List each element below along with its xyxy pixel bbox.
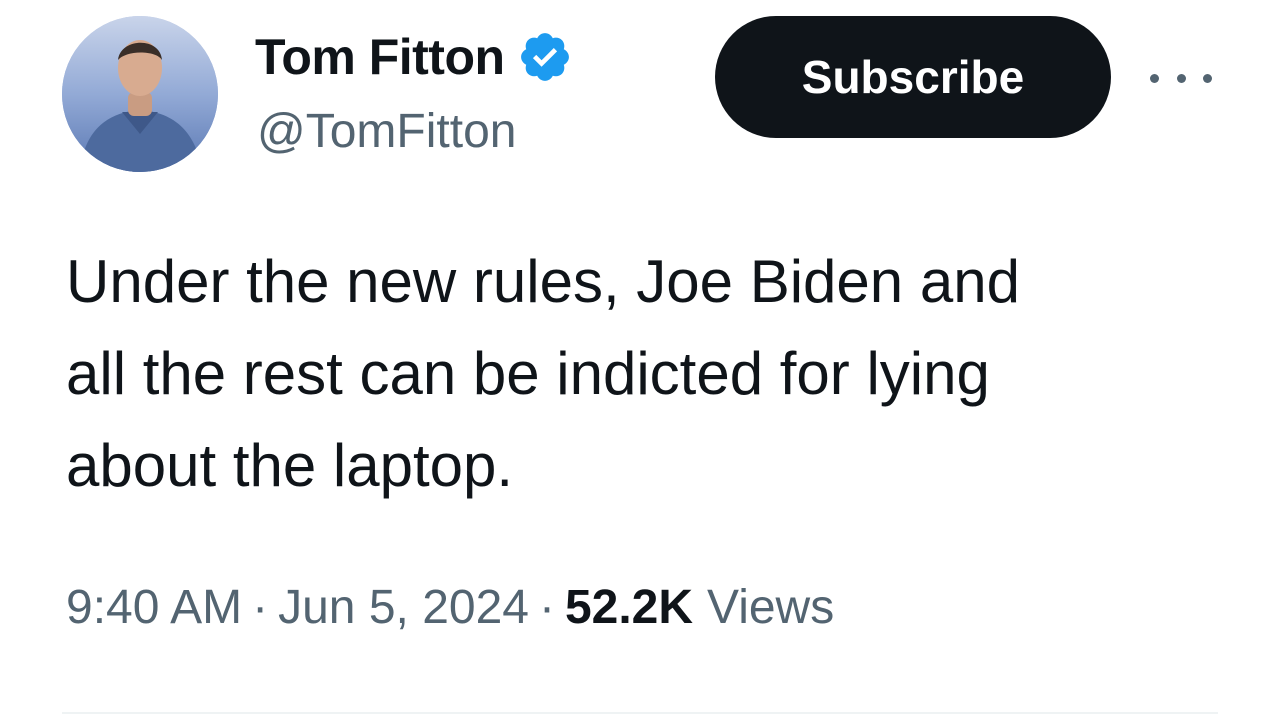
meta-separator: · [252, 581, 269, 634]
tweet-text-line: Under the new rules, Joe Biden and [66, 248, 1020, 315]
views-label: Views [707, 581, 835, 634]
ellipsis-dot [1176, 73, 1186, 83]
author-display-name[interactable]: Tom Fitton [255, 28, 505, 86]
tweet-text-line: all the rest can be indicted for lying [66, 340, 990, 407]
divider [62, 712, 1218, 714]
ellipsis-dot [1150, 73, 1159, 83]
tweet-meta: 9:40 AM · Jun 5, 2024 · 52.2K Views [66, 580, 834, 635]
ellipsis-dot [1203, 73, 1212, 83]
subscribe-button[interactable]: Subscribe [715, 16, 1111, 138]
tweet-card: Tom Fitton @TomFitton Subscribe Under th… [0, 0, 1280, 720]
author-name-row: Tom Fitton [255, 26, 573, 88]
profile-photo-icon [62, 16, 218, 172]
author-handle[interactable]: @TomFitton [257, 104, 516, 159]
views-count: 52.2K [564, 581, 694, 634]
avatar[interactable] [62, 16, 218, 172]
verified-badge-icon[interactable] [517, 29, 573, 85]
tweet-time[interactable]: 9:40 AM [66, 580, 242, 635]
tweet-text-line: about the laptop. [66, 432, 514, 499]
tweet-text: Under the new rules, Joe Biden and all t… [66, 236, 1206, 512]
meta-separator: · [538, 581, 555, 634]
ellipsis-icon[interactable] [1150, 58, 1212, 98]
tweet-date[interactable]: Jun 5, 2024 [278, 580, 529, 635]
